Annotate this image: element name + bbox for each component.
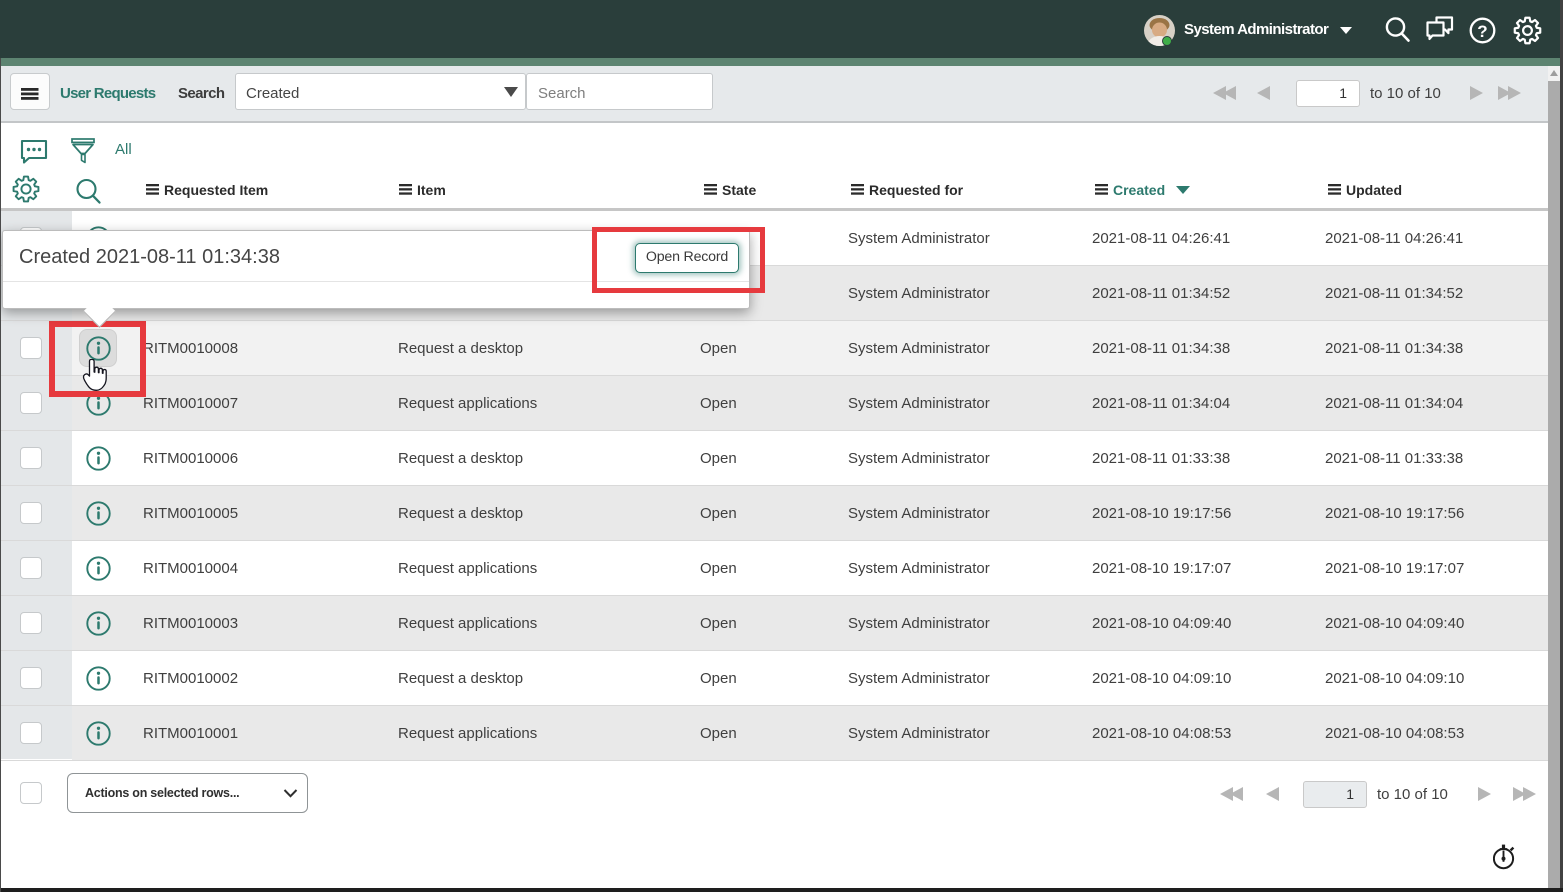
svg-text:?: ? <box>1477 22 1487 41</box>
